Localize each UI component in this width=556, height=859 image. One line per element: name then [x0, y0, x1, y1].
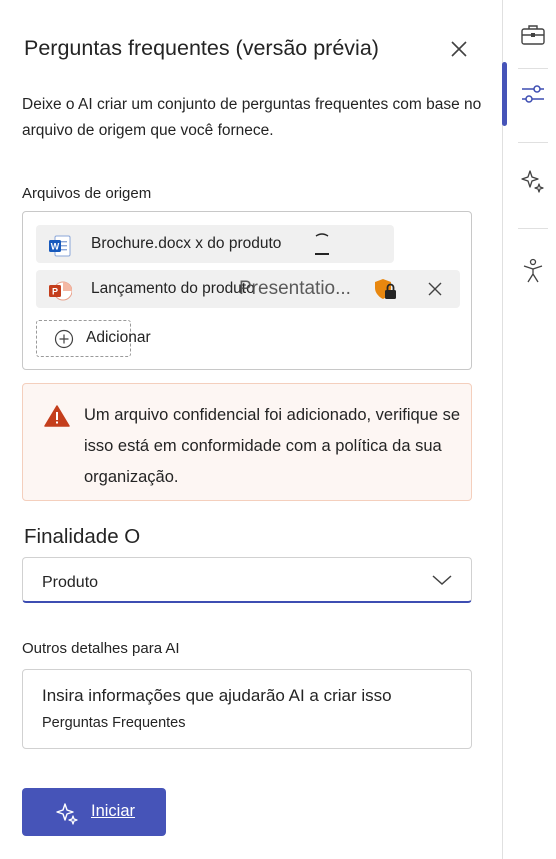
start-button[interactable]: Iniciar: [22, 788, 166, 836]
source-files-label: Arquivos de origem: [22, 185, 152, 202]
details-value: Perguntas Frequentes: [42, 715, 186, 731]
briefcase-icon: [521, 25, 545, 45]
details-placeholder: Insira informações que ajudarão AI a cri…: [42, 686, 392, 705]
warning-text: Um arquivo confidencial foi adicionado, …: [84, 406, 461, 486]
cursor-icon: [315, 233, 329, 255]
file-name: Brochure.docx x do produto: [91, 235, 282, 252]
sliders-icon: [522, 85, 544, 103]
word-doc-icon: W: [48, 235, 72, 257]
file-chip-powerpoint[interactable]: P Lançamento do produto Presentatio...: [36, 270, 460, 308]
chevron-down-icon: [432, 575, 452, 586]
rail-copilot-button[interactable]: [518, 166, 548, 196]
svg-text:P: P: [52, 287, 58, 297]
confidential-warning: Um arquivo confidencial foi adicionado, …: [22, 383, 472, 501]
remove-file-button[interactable]: [425, 279, 445, 299]
rail-active-indicator: [502, 62, 507, 126]
add-file-button[interactable]: Adicionar: [36, 320, 151, 357]
close-button[interactable]: [446, 36, 472, 62]
rail-settings-button[interactable]: [518, 80, 548, 110]
sparkle-icon: [56, 803, 78, 825]
panel-description: Deixe o AI criar um conjunto de pergunta…: [22, 96, 482, 139]
file-name: Lançamento do produto: [91, 280, 255, 297]
add-file-label: Adicionar: [86, 329, 151, 346]
sensitivity-lock-icon: [375, 279, 396, 299]
purpose-label: Finalidade O: [24, 525, 141, 548]
rail-briefcase-button[interactable]: [518, 20, 548, 50]
details-input[interactable]: Insira informações que ajudarão AI a cri…: [22, 669, 472, 749]
accessibility-icon: [523, 258, 543, 283]
rail-divider: [518, 228, 548, 229]
faq-panel: Perguntas frequentes (versão prévia) Dei…: [0, 0, 502, 859]
start-button-label: Iniciar: [91, 802, 136, 820]
rail-accessibility-button[interactable]: [518, 256, 548, 286]
close-icon: [428, 282, 442, 296]
sparkle-icon: [521, 170, 544, 193]
warning-icon: [44, 405, 70, 427]
add-icon: [54, 329, 74, 349]
source-files-box: W Brochure.docx x do produto P Lançament…: [22, 211, 472, 370]
purpose-selected-value: Produto: [42, 574, 99, 591]
rail-divider: [518, 68, 548, 69]
details-label: Outros detalhes para AI: [22, 640, 180, 657]
file-name-overlay: Presentatio...: [239, 278, 351, 299]
side-rail: [502, 0, 556, 859]
close-icon: [451, 41, 467, 57]
file-chip-word[interactable]: W Brochure.docx x do produto: [36, 225, 394, 263]
panel-title: Perguntas frequentes (versão prévia): [24, 36, 379, 60]
rail-divider: [518, 142, 548, 143]
powerpoint-icon: P: [48, 280, 73, 301]
purpose-dropdown[interactable]: Produto: [22, 557, 472, 603]
svg-text:W: W: [51, 242, 60, 252]
